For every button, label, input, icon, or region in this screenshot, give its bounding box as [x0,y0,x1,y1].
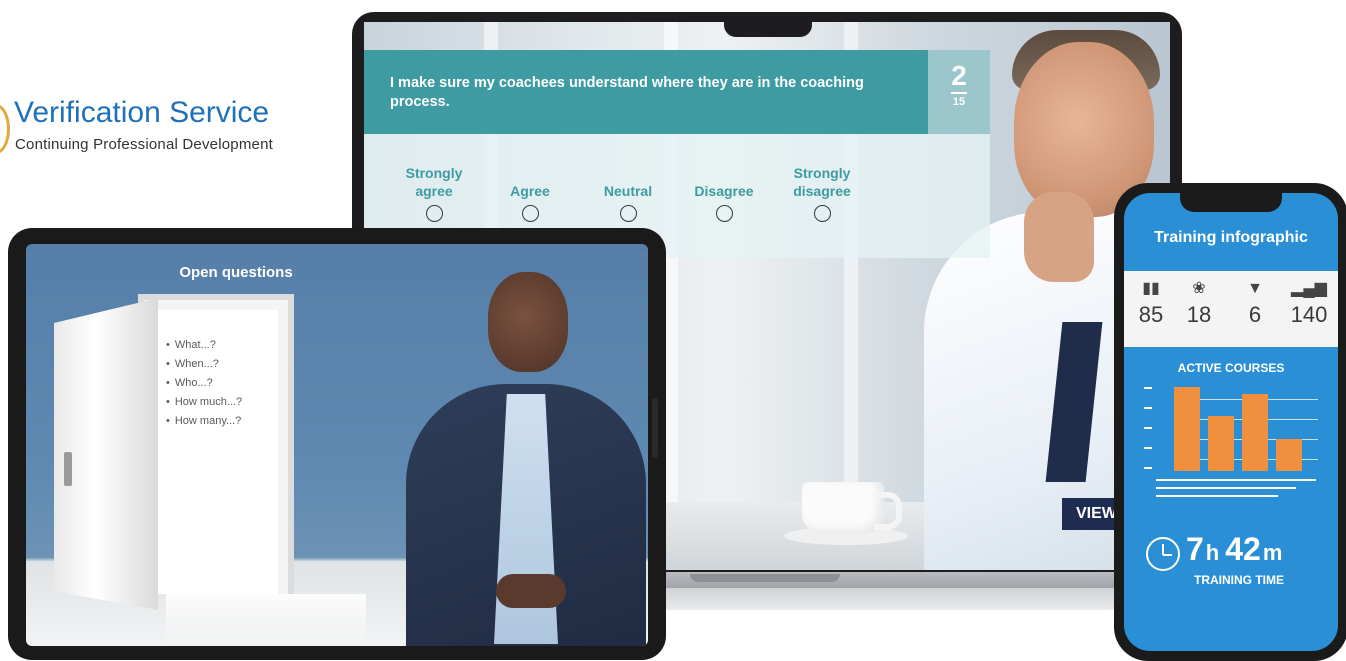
radio-disagree[interactable] [715,205,733,222]
stat-courses: ▮▮ 85 [1126,277,1176,329]
list-item: How much...? [166,393,286,412]
logo-swoosh-icon [0,104,10,154]
chart-tick [1144,447,1152,449]
training-time-value: 7h 42m [1186,531,1288,568]
logo-title: Verification Service [14,96,270,129]
radio-neutral[interactable] [619,205,637,222]
quiz-card: I make sure my coachees understand where… [364,50,990,258]
option-neutral[interactable]: Neutral [588,162,668,222]
question-counter: 2 15 [928,50,990,134]
chart-ticks [1144,383,1154,483]
stat-awards: ❀ 18 [1174,277,1224,329]
question-total: 15 [952,96,966,108]
floor-light [166,594,366,646]
chart-text-line [1156,487,1296,489]
stat-value: 18 [1186,302,1212,327]
option-disagree[interactable]: Disagree [684,162,764,222]
option-strongly-agree[interactable]: Strongly agree [394,162,474,222]
option-strongly-disagree[interactable]: Strongly disagree [782,162,862,222]
tablet-side-buttons [652,398,658,458]
stat-shield: ▼ 6 [1230,277,1280,329]
book-icon: ▮▮ [1142,280,1160,297]
list-item: What...? [166,336,286,355]
question-list: What...? When...? Who...? How much...? H… [166,336,286,431]
chart-bar [1208,416,1234,471]
coffee-cup-handle [874,492,902,530]
video-slide-title: Open questions [179,264,293,281]
option-agree[interactable]: Agree [490,162,570,222]
stat-value: 85 [1138,302,1164,327]
infographic-title: Training infographic [1154,229,1308,246]
radio-agree[interactable] [521,205,539,222]
logo-subtitle: Continuing Professional Development [15,136,273,153]
time-minutes-unit: m [1262,540,1283,565]
shield-icon: ▼ [1247,280,1263,297]
option-label: Agree [510,183,550,199]
active-courses-chart [1138,383,1324,501]
radio-strongly-disagree[interactable] [813,205,831,222]
laptop-open-lip [690,574,840,582]
phone-screen: Training infographic ▮▮ 85 ❀ 18 ▼ 6 ▂▄▆ … [1124,193,1338,651]
chart-bar [1174,387,1200,471]
counter-divider [951,92,967,94]
chart-text-line [1156,495,1278,497]
presenter-head [488,272,568,372]
training-time: 7h 42m TRAINING TIME [1124,529,1338,609]
time-minutes: 42 [1225,531,1261,567]
list-item: When...? [166,355,286,374]
chart-bar [1276,439,1302,471]
tablet-screen: Open questions What...? When...? Who...?… [26,244,648,646]
quiz-header: I make sure my coachees understand where… [364,50,928,134]
chart-tick [1144,407,1152,409]
chart-tick [1144,427,1152,429]
time-hours-unit: h [1205,540,1220,565]
stat-value: 140 [1290,302,1328,327]
stats-band: ▮▮ 85 ❀ 18 ▼ 6 ▂▄▆ 140 [1124,271,1338,347]
chart-bar [1242,394,1268,471]
time-hours: 7 [1186,531,1204,567]
brand-logo: Verification Service Continuing Professi… [0,92,330,162]
chart-tick [1144,467,1152,469]
clock-icon [1146,537,1180,571]
radio-strongly-agree[interactable] [425,205,443,222]
laptop-camera-notch [724,12,812,37]
training-time-label: TRAINING TIME [1194,573,1284,587]
tablet-frame: Open questions What...? When...? Who...?… [8,228,666,660]
quiz-question: I make sure my coachees understand where… [390,75,864,110]
bar-chart-icon: ▂▄▆ [1291,280,1327,297]
option-label: Strongly agree [405,165,463,199]
door-handle-icon [64,452,72,486]
list-item: How many...? [166,412,286,431]
businessman-hand [1024,192,1094,282]
chart-tick [1144,387,1152,389]
option-label: Disagree [694,183,754,199]
active-courses-label: ACTIVE COURSES [1177,361,1285,375]
chart-text-line [1156,479,1316,481]
award-icon: ❀ [1192,280,1206,297]
coffee-cup-image [802,482,884,534]
presenter-hands [496,574,566,608]
question-current: 2 [951,60,967,91]
stat-value: 6 [1248,302,1262,327]
option-label: Neutral [603,183,653,199]
stat-progress: ▂▄▆ 140 [1284,277,1334,329]
phone-notch [1180,190,1282,212]
list-item: Who...? [166,374,286,393]
option-label: Strongly disagree [793,165,851,199]
